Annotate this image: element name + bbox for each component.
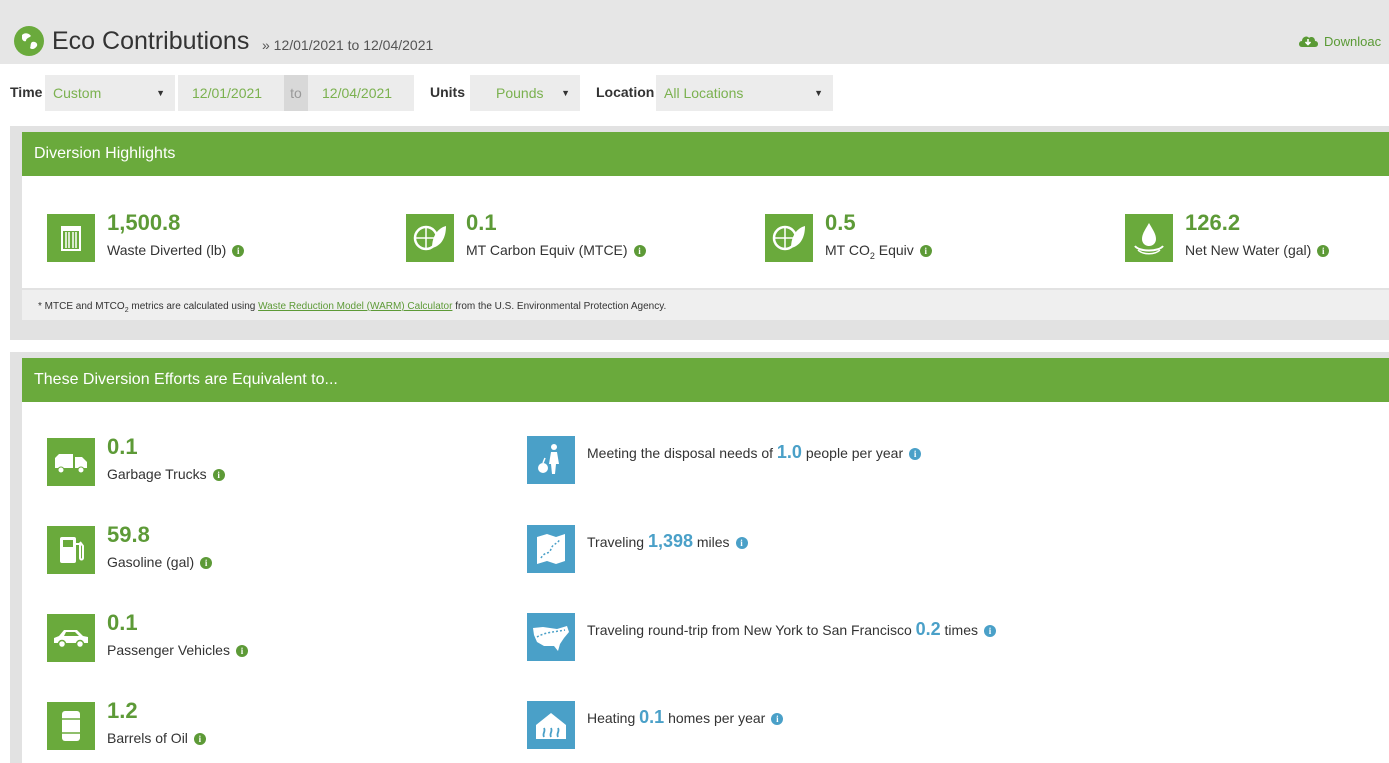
page-title: Eco Contributions <box>52 27 250 55</box>
highlights-body: 1,500.8 Waste Diverted (lb) i 0.1 MT Carb… <box>22 176 1389 288</box>
gas-pump-icon <box>47 526 95 574</box>
equiv-value: 0.1 <box>639 707 665 727</box>
metric-value: 0.5 <box>825 210 856 235</box>
leaf-globe-icon <box>765 214 813 262</box>
info-icon[interactable]: i <box>735 537 748 550</box>
location-label: Location <box>596 84 655 100</box>
to-label: to <box>284 75 308 111</box>
filter-bar: Time Custom ▼ 12/01/2021 to 12/04/2021 U… <box>0 72 1389 112</box>
equiv-value: 0.2 <box>915 619 941 639</box>
oil-barrel-icon <box>47 702 95 750</box>
end-date-value: 12/04/2021 <box>322 85 393 101</box>
units-select[interactable]: Pounds ▼ <box>470 75 580 111</box>
water-drop-icon <box>1125 214 1173 262</box>
time-label: Time <box>10 84 43 100</box>
trash-can-icon <box>47 214 95 262</box>
equiv-text: Traveling round-trip from New York to Sa… <box>587 619 996 640</box>
metric-label: MT CO2 Equiv i <box>825 242 932 261</box>
chevron-down-icon: ▼ <box>156 88 165 98</box>
time-select-value: Custom <box>53 85 102 101</box>
metric-value: 0.1 <box>466 210 497 235</box>
garbage-truck-icon <box>47 438 95 486</box>
units-label: Units <box>430 84 465 100</box>
equivalents-body: 0.1 Garbage Trucks i 59.8 Gasoline (gal) i <box>22 402 1389 763</box>
equiv-value: 0.1 <box>107 610 138 635</box>
metric-label: Net New Water (gal) i <box>1185 242 1330 258</box>
leaf-globe-icon <box>406 214 454 262</box>
info-icon[interactable]: i <box>232 245 245 258</box>
equivalents-panel: These Diversion Efforts are Equivalent t… <box>10 352 1389 763</box>
start-date-value: 12/01/2021 <box>192 85 263 101</box>
equiv-label: Barrels of Oil i <box>107 730 206 746</box>
download-label: Downloac <box>1324 34 1382 49</box>
info-icon[interactable]: i <box>771 713 784 726</box>
info-icon[interactable]: i <box>212 469 225 482</box>
time-select[interactable]: Custom ▼ <box>45 75 175 111</box>
metric-value: 1,500.8 <box>107 210 181 235</box>
equiv-label: Passenger Vehicles i <box>107 642 248 658</box>
equiv-text: Meeting the disposal needs of 1.0 people… <box>587 442 922 463</box>
diversion-highlights-panel: Diversion Highlights 1,500.8 Waste Diver… <box>10 126 1389 340</box>
download-button[interactable]: Downloac <box>1297 34 1381 51</box>
warm-footnote: * MTCE and MTCO2 metrics are calculated … <box>22 290 1389 320</box>
location-select[interactable]: All Locations ▼ <box>656 75 833 111</box>
info-icon[interactable]: i <box>235 645 248 658</box>
car-icon <box>47 614 95 662</box>
equiv-value: 1.2 <box>107 698 138 723</box>
us-map-icon <box>527 613 575 661</box>
date-range-subtitle: » 12/01/2021 to 12/04/2021 <box>262 37 434 53</box>
info-icon[interactable]: i <box>200 557 213 570</box>
cloud-download-icon <box>1297 34 1319 51</box>
metric-label: Waste Diverted (lb) i <box>107 242 245 258</box>
equiv-value: 59.8 <box>107 522 150 547</box>
info-icon[interactable]: i <box>193 733 206 746</box>
end-date-input[interactable]: 12/04/2021 <box>308 75 414 111</box>
info-icon[interactable]: i <box>633 245 646 258</box>
metric-value: 126.2 <box>1185 210 1241 235</box>
person-trash-icon <box>527 436 575 484</box>
diversion-highlights-heading: Diversion Highlights <box>22 132 1389 176</box>
equiv-label: Garbage Trucks i <box>107 466 225 482</box>
info-icon[interactable]: i <box>984 625 996 638</box>
equiv-text: Heating 0.1 homes per year i <box>587 707 784 728</box>
globe-icon <box>14 26 44 56</box>
equiv-label: Gasoline (gal) i <box>107 554 213 570</box>
equiv-text: Traveling 1,398 miles i <box>587 531 748 552</box>
page-header: Eco Contributions » 12/01/2021 to 12/04/… <box>0 0 1389 64</box>
info-icon[interactable]: i <box>909 448 922 461</box>
metric-label: MT Carbon Equiv (MTCE) i <box>466 242 646 258</box>
warm-calculator-link[interactable]: Waste Reduction Model (WARM) Calculator <box>258 301 452 312</box>
equivalents-heading: These Diversion Efforts are Equivalent t… <box>22 358 1389 402</box>
info-icon[interactable]: i <box>919 245 932 258</box>
location-select-value: All Locations <box>664 85 744 101</box>
units-select-value: Pounds <box>496 85 544 101</box>
chevron-down-icon: ▼ <box>561 88 570 98</box>
equiv-value: 0.1 <box>107 434 138 459</box>
equiv-value: 1,398 <box>647 531 693 551</box>
route-map-icon <box>527 525 575 573</box>
home-heat-icon <box>527 701 575 749</box>
chevron-down-icon: ▼ <box>814 88 823 98</box>
equiv-value: 1.0 <box>776 442 802 462</box>
start-date-input[interactable]: 12/01/2021 <box>178 75 284 111</box>
info-icon[interactable]: i <box>1317 245 1330 258</box>
